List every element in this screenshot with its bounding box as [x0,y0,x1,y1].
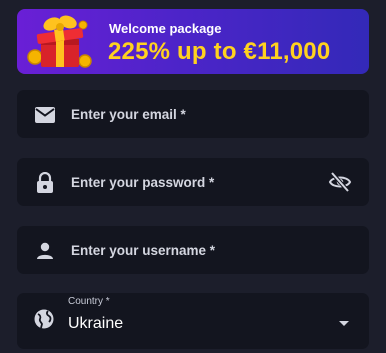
gift-box-icon [27,15,92,68]
email-field-container [17,90,369,138]
chevron-down-icon[interactable] [338,320,350,328]
registration-form: Welcome package 225% up to €11,000 Enter… [0,0,386,353]
country-select[interactable]: Country * Ukraine [17,293,369,349]
welcome-package-banner[interactable]: Welcome package 225% up to €11,000 [17,9,369,74]
country-label: Country * [68,296,110,307]
email-icon [34,104,56,126]
country-value: Ukraine [68,315,124,332]
username-input[interactable] [71,226,321,274]
password-field-container [17,158,369,206]
email-input[interactable] [71,90,321,138]
eye-off-icon[interactable] [328,171,352,193]
person-icon [34,240,56,262]
lock-icon [34,172,56,194]
banner-title: Welcome package [109,21,222,36]
banner-offer: 225% up to €11,000 [108,38,331,65]
password-input[interactable] [71,158,321,206]
globe-icon [34,309,54,329]
username-field-container [17,226,369,274]
